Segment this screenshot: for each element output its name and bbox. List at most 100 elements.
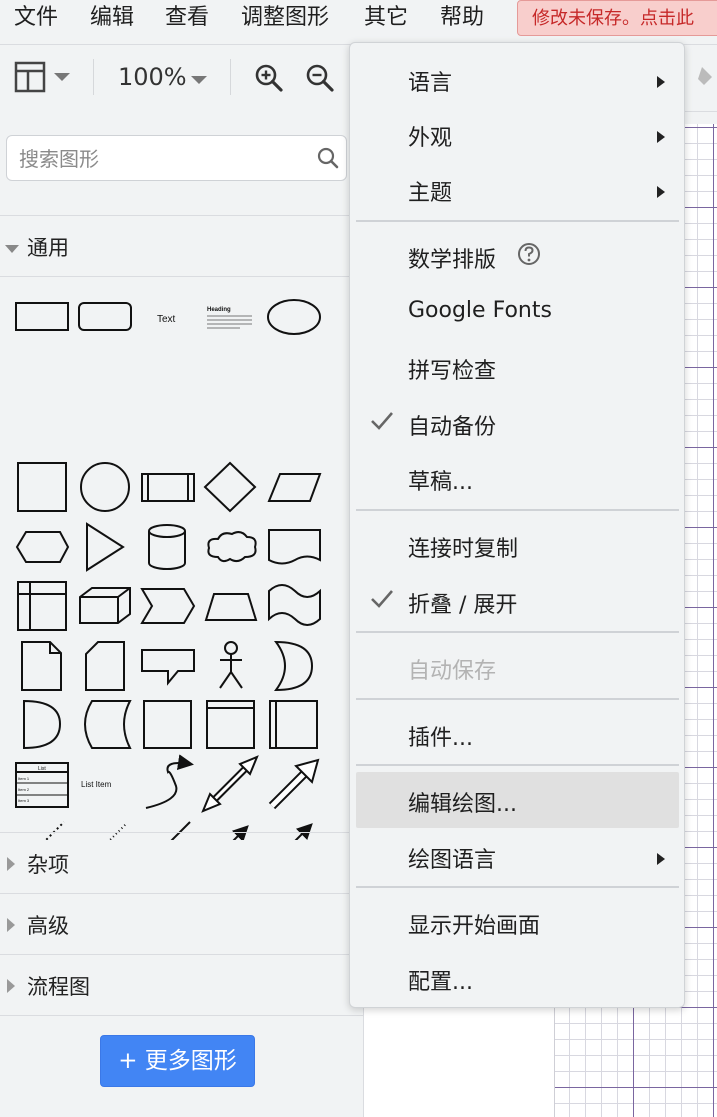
list-shape[interactable]: List Item 1 Item 2 Item 3 (15, 762, 69, 808)
hexagon-shape[interactable] (15, 531, 70, 563)
menu-file[interactable]: 文件 (14, 2, 58, 34)
section-advanced[interactable]: 高级 (0, 898, 363, 954)
menu-divider (356, 220, 679, 222)
menu-item-label: 拼写检查 (408, 359, 497, 384)
menu-edit[interactable]: 编辑 (90, 2, 134, 34)
parallelogram-shape[interactable] (267, 473, 322, 502)
menu-item-diagram-language[interactable]: 绘图语言 (356, 828, 679, 884)
list-item-shape[interactable]: List Item (81, 780, 112, 789)
menu-item-label: 插件... (408, 726, 473, 751)
diamond-shape[interactable] (203, 461, 257, 513)
arrow-shape[interactable] (268, 758, 320, 810)
text-shape[interactable]: Text (157, 314, 176, 325)
menu-item-autosave: 自动保存 (356, 639, 679, 695)
trapezoid-shape[interactable] (204, 593, 258, 621)
cube-shape[interactable] (79, 587, 131, 624)
section-flowchart[interactable]: 流程图 (0, 959, 363, 1015)
menu-item-label: 配置... (408, 970, 473, 995)
or-shape[interactable] (274, 640, 314, 692)
zoom-in-icon[interactable] (254, 63, 284, 97)
data-storage-shape[interactable] (84, 700, 132, 749)
menu-item-label: 外观 (408, 126, 453, 151)
note-shape[interactable] (21, 641, 62, 691)
divider (0, 1015, 363, 1016)
toolbar-divider (93, 59, 94, 95)
unsaved-changes-notice[interactable]: 修改未保存。点击此 (517, 0, 717, 36)
internal-storage-shape[interactable] (17, 581, 67, 631)
circle-shape[interactable] (80, 462, 130, 512)
menu-item-math[interactable]: 数学排版 (356, 228, 679, 284)
menu-item-language[interactable]: 语言 (356, 51, 679, 107)
toolbar-divider (230, 59, 231, 95)
process-shape[interactable] (141, 473, 195, 502)
menu-item-drafts[interactable]: 草稿... (356, 450, 679, 506)
menu-divider (356, 631, 679, 633)
zoom-level[interactable]: 100% (118, 63, 187, 91)
menu-help[interactable]: 帮助 (440, 2, 484, 34)
tape-shape[interactable] (268, 584, 321, 626)
card-shape[interactable] (85, 641, 125, 691)
chevron-down-icon[interactable] (190, 71, 208, 90)
menu-item-appearance[interactable]: 外观 (356, 106, 679, 162)
triangle-shape[interactable] (86, 522, 125, 572)
menu-item-google-fonts[interactable]: Google Fonts (356, 284, 679, 340)
container-shape[interactable] (143, 700, 192, 749)
step-shape[interactable] (140, 588, 196, 624)
search-icon[interactable] (317, 147, 339, 173)
menu-divider (356, 764, 679, 766)
section-label: 高级 (27, 914, 69, 938)
help-icon[interactable] (516, 241, 542, 271)
menu-item-label: 折叠 / 展开 (408, 593, 518, 618)
chevron-down-icon (5, 240, 19, 259)
checkmark-icon (370, 589, 394, 613)
menu-view[interactable]: 查看 (165, 2, 209, 34)
list-title-text: List (38, 766, 46, 772)
menu-divider (356, 698, 679, 700)
actor-shape[interactable] (219, 641, 243, 689)
menu-item-plugins[interactable]: 插件... (356, 706, 679, 762)
menu-item-autobackup[interactable]: 自动备份 (356, 395, 679, 451)
vertical-container-shape[interactable] (269, 700, 318, 749)
menu-arrange[interactable]: 调整图形 (241, 2, 329, 34)
menu-item-label: 语言 (408, 71, 453, 96)
menubar: 文件 编辑 查看 调整图形 其它 帮助 修改未保存。点击此 (0, 0, 717, 38)
shape-palette: Text Heading List Item 1 Item 2 Item 3 L… (15, 299, 322, 840)
section-general[interactable]: 通用 (0, 220, 363, 276)
rectangle-shape[interactable] (15, 302, 69, 331)
search-input[interactable] (17, 136, 311, 182)
menu-item-show-start-screen[interactable]: 显示开始画面 (356, 894, 679, 950)
cloud-shape[interactable] (207, 531, 257, 563)
fill-color-icon[interactable] (698, 61, 717, 95)
menu-item-label: 编辑绘图... (408, 792, 517, 817)
menu-item-theme[interactable]: 主题 (356, 161, 679, 217)
menu-item-configuration[interactable]: 配置... (356, 950, 679, 1006)
menu-item-collapse-expand[interactable]: 折叠 / 展开 (356, 573, 679, 629)
curve-connector-shape[interactable] (145, 754, 194, 809)
callout-shape[interactable] (141, 649, 195, 686)
chevron-right-icon (657, 73, 665, 92)
textbox-shape[interactable]: Heading (207, 307, 252, 329)
menu-item-label: 数学排版 (408, 248, 497, 273)
cylinder-shape[interactable] (148, 524, 186, 570)
rounded-rectangle-shape[interactable] (78, 302, 132, 331)
section-misc[interactable]: 杂项 (0, 837, 363, 893)
bidirectional-arrow-shape[interactable] (201, 755, 259, 813)
chevron-right-icon (657, 183, 665, 202)
more-shapes-button[interactable]: + 更多图形 (100, 1035, 255, 1087)
menu-item-label: Google Fonts (408, 298, 552, 323)
format-panel-icon[interactable] (14, 61, 74, 97)
menu-extras[interactable]: 其它 (364, 2, 408, 34)
square-shape[interactable] (17, 462, 67, 512)
menu-item-copy-on-connect[interactable]: 连接时复制 (356, 517, 679, 573)
delay-shape[interactable] (23, 699, 62, 750)
menu-item-edit-diagram[interactable]: 编辑绘图... (356, 772, 679, 828)
zoom-out-icon[interactable] (305, 63, 335, 97)
swimlane-shape[interactable] (206, 700, 255, 749)
menu-divider (356, 886, 679, 888)
shapes-sidebar: 通用 Text Heading (0, 110, 364, 1117)
section-label: 通用 (27, 236, 69, 260)
document-shape[interactable] (268, 529, 321, 565)
ellipse-shape[interactable] (267, 299, 321, 335)
checkmark-icon (370, 411, 394, 435)
menu-item-spellcheck[interactable]: 拼写检查 (356, 339, 679, 395)
